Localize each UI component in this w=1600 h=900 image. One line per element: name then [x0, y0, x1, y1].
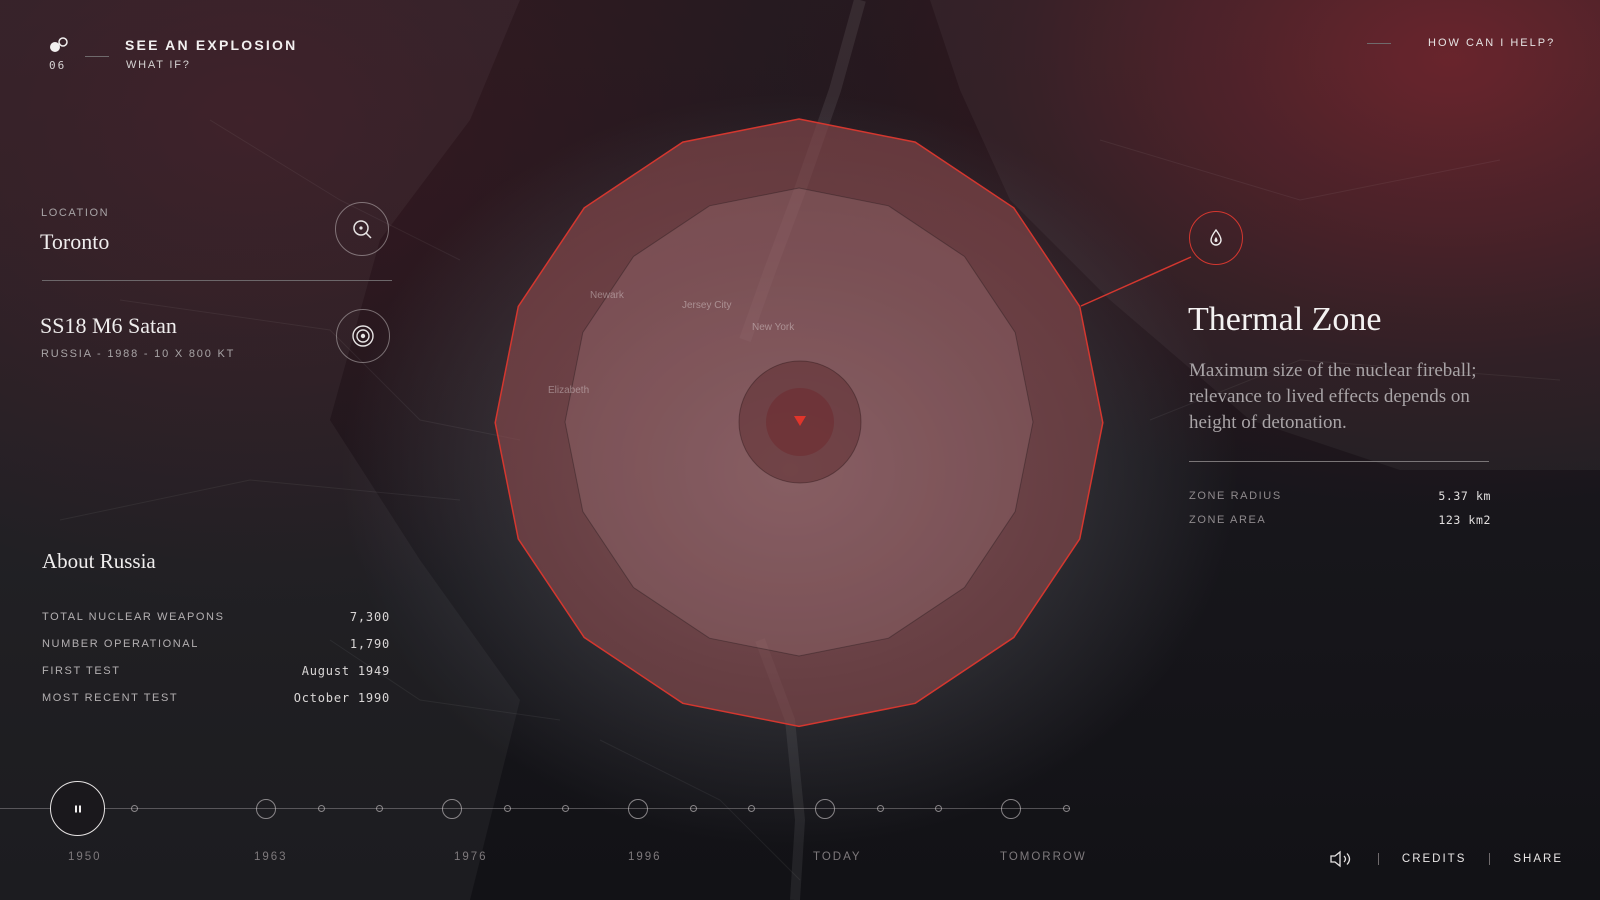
stat-label: TOTAL NUCLEAR WEAPONS [42, 610, 225, 623]
timeline-tick[interactable] [1063, 805, 1070, 812]
explosion-screen: Jersey City New York Elizabeth Newark 06… [0, 0, 1600, 900]
timeline-year-1996[interactable]: 1996 [628, 851, 662, 863]
zone-description: Maximum size of the nuclear fireball; re… [1189, 360, 1477, 433]
stat-label: MOST RECENT TEST [42, 691, 179, 704]
pause-button[interactable] [50, 781, 105, 836]
logo-icon [50, 37, 68, 52]
country-stats: TOTAL NUCLEAR WEAPONS 7,300 NUMBER OPERA… [42, 603, 390, 711]
timeline-tick[interactable] [748, 805, 755, 812]
map-label-elizabeth: Elizabeth [548, 385, 589, 396]
footer-separator [1377, 853, 1379, 865]
zone-stat-value: 5.37 km [1438, 489, 1491, 503]
timeline-year-1976[interactable]: 1976 [454, 851, 488, 863]
timeline-node[interactable] [442, 799, 462, 819]
footer-separator [1489, 853, 1491, 865]
stat-row-operational: NUMBER OPERATIONAL 1,790 [42, 630, 390, 657]
location-label: LOCATION [41, 207, 110, 219]
page-title: SEE AN EXPLOSION [125, 37, 298, 53]
zone-stat-label: ZONE RADIUS [1189, 490, 1282, 502]
credits-link[interactable]: CREDITS [1402, 853, 1466, 865]
stat-label: NUMBER OPERATIONAL [42, 637, 199, 650]
timeline-tick[interactable] [935, 805, 942, 812]
header-divider [85, 56, 109, 57]
timeline-tick[interactable] [504, 805, 511, 812]
map-background[interactable]: Jersey City New York Elizabeth Newark [0, 0, 1600, 900]
page-subtitle: WHAT IF? [126, 59, 191, 71]
footer-nav: CREDITS SHARE [1329, 850, 1563, 868]
zone-title: Thermal Zone [1188, 301, 1382, 338]
timeline-tick[interactable] [131, 805, 138, 812]
weapon-meta: RUSSIA - 1988 - 10 X 800 KT [41, 348, 236, 360]
stat-row-recent-test: MOST RECENT TEST October 1990 [42, 684, 390, 711]
timeline-tick[interactable] [877, 805, 884, 812]
timeline-year-1963[interactable]: 1963 [254, 851, 288, 863]
stat-label: FIRST TEST [42, 664, 121, 677]
location-value[interactable]: Toronto [40, 229, 109, 255]
pause-icon [74, 805, 81, 812]
share-link[interactable]: SHARE [1513, 853, 1563, 865]
timeline-year-1950[interactable]: 1950 [68, 851, 102, 863]
stat-value: 1,790 [349, 636, 390, 651]
location-search-button[interactable] [335, 202, 389, 256]
stat-value: August 1949 [301, 663, 390, 678]
zone-stat-label: ZONE AREA [1189, 514, 1267, 526]
timeline-tick[interactable] [376, 805, 383, 812]
timeline-track[interactable] [0, 808, 1070, 809]
stat-value: 7,300 [349, 609, 390, 624]
weapon-name[interactable]: SS18 M6 Satan [40, 313, 177, 339]
timeline-node[interactable] [1001, 799, 1021, 819]
stat-row-total-weapons: TOTAL NUCLEAR WEAPONS 7,300 [42, 603, 390, 630]
timeline-node[interactable] [256, 799, 276, 819]
map-label-jersey-city: Jersey City [682, 300, 731, 311]
timeline-tick[interactable] [690, 805, 697, 812]
timeline-node[interactable] [815, 799, 835, 819]
zone-row-area: ZONE AREA 123 km2 [1189, 508, 1491, 532]
search-icon [353, 220, 372, 239]
stat-row-first-test: FIRST TEST August 1949 [42, 657, 390, 684]
timeline-year-tomorrow[interactable]: TOMORROW [1000, 851, 1087, 863]
zone-stats: ZONE RADIUS 5.37 km ZONE AREA 123 km2 [1189, 484, 1491, 532]
speaker-icon[interactable] [1329, 850, 1355, 868]
stat-value: October 1990 [293, 690, 390, 705]
zone-row-radius: ZONE RADIUS 5.37 km [1189, 484, 1491, 508]
timeline-tick[interactable] [562, 805, 569, 812]
help-divider [1367, 43, 1391, 44]
target-icon [352, 325, 374, 347]
zone-stat-value: 123 km2 [1438, 513, 1491, 527]
timeline-year-today[interactable]: TODAY [813, 851, 862, 863]
left-panel-divider [42, 280, 392, 281]
chapter-number: 06 [49, 59, 67, 72]
how-can-i-help-link[interactable]: HOW CAN I HELP? [1428, 37, 1555, 49]
about-country-title: About Russia [42, 549, 156, 573]
map-label-new-york: New York [752, 322, 795, 333]
fireball-drop-icon [1210, 228, 1222, 246]
timeline-node[interactable] [628, 799, 648, 819]
weapon-select-button[interactable] [336, 309, 390, 363]
timeline-tick[interactable] [318, 805, 325, 812]
zone-icon-button[interactable] [1189, 211, 1243, 265]
zone-divider [1189, 461, 1489, 462]
map-label-newark: Newark [590, 290, 625, 301]
